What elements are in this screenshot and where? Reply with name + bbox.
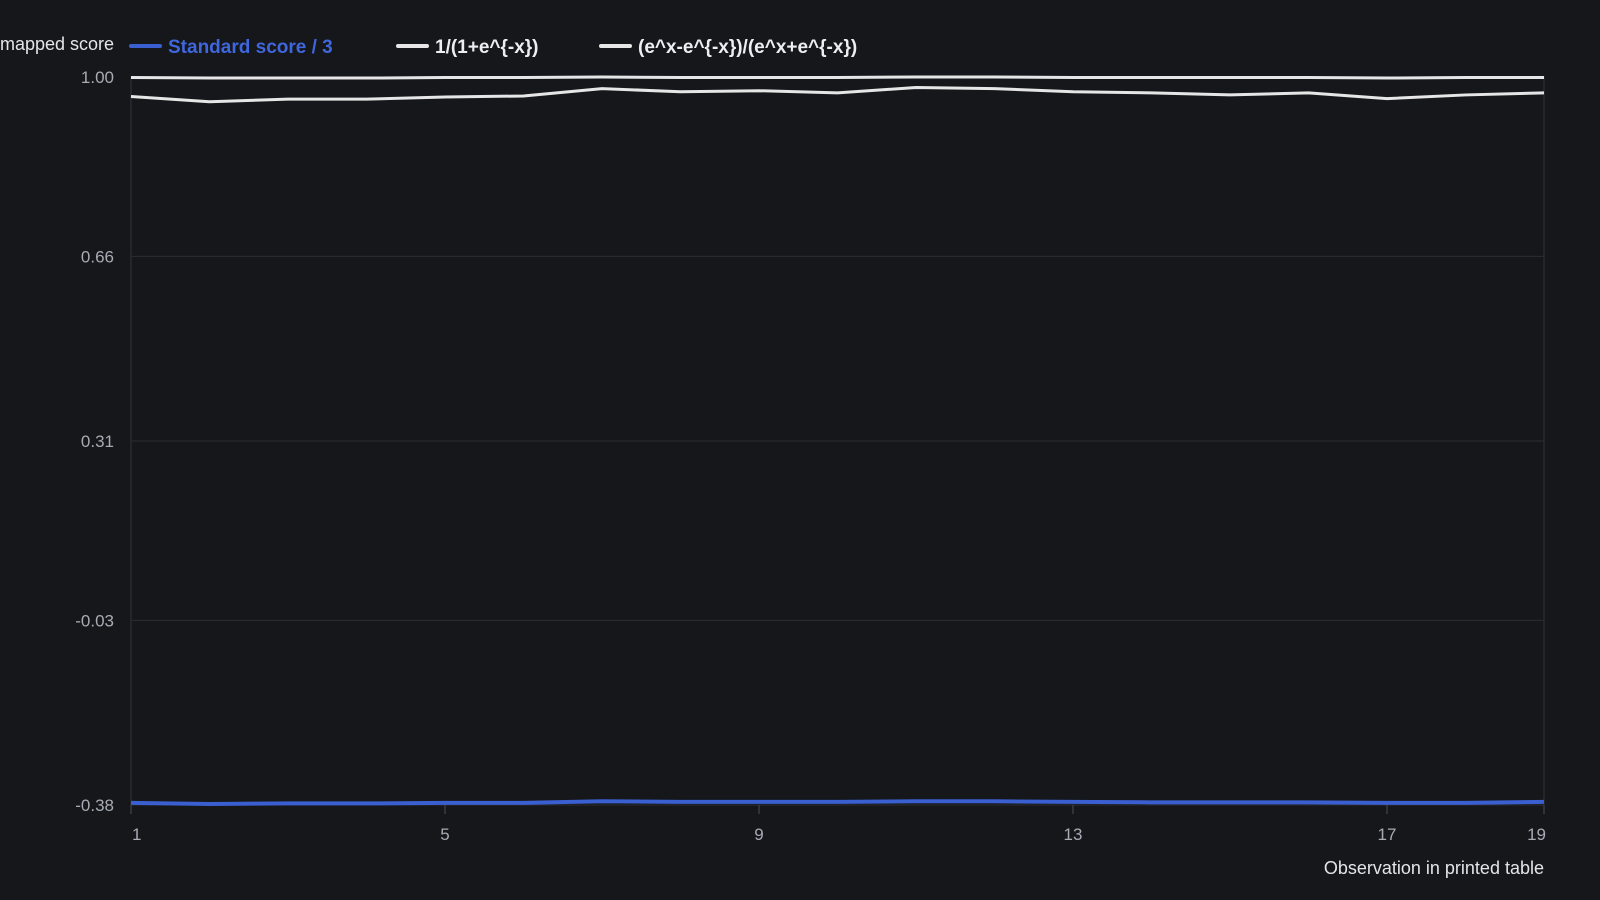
axes: 1.00 0.66 0.31 -0.03 -0.38 1 5 9 13 17 19 bbox=[75, 68, 1546, 844]
y-tick-label: 0.66 bbox=[81, 247, 114, 266]
x-tick-label: 13 bbox=[1064, 825, 1083, 844]
y-tick-label: 0.31 bbox=[81, 432, 114, 451]
x-tick-label: 19 bbox=[1527, 825, 1546, 844]
legend: Standard score / 3 1/(1+e^{-x}) (e^x-e^{-x… bbox=[129, 37, 857, 58]
x-tick-label: 17 bbox=[1378, 825, 1397, 844]
series-line-2 bbox=[130, 86, 1545, 104]
y-axis-label: mapped score bbox=[0, 34, 114, 54]
x-axis-label: Observation in printed table bbox=[1324, 858, 1544, 878]
legend-label-1[interactable]: Standard score / 3 bbox=[168, 37, 333, 58]
x-tick-label: 9 bbox=[754, 825, 763, 844]
y-tick-label: -0.03 bbox=[75, 611, 114, 630]
series-lines bbox=[130, 75, 1545, 806]
series-line-3 bbox=[130, 75, 1544, 80]
y-tick-label: 1.00 bbox=[81, 68, 114, 87]
x-tick-label: 5 bbox=[440, 825, 449, 844]
x-tick-label: 1 bbox=[132, 825, 141, 844]
line-chart: 1.00 0.66 0.31 -0.03 -0.38 1 5 9 13 17 19 Standard… bbox=[0, 34, 1546, 878]
grid-lines bbox=[130, 76, 1545, 806]
legend-label-3[interactable]: (e^x-e^{-x})/(e^x+e^{-x}) bbox=[638, 37, 857, 58]
legend-label-2[interactable]: 1/(1+e^{-x}) bbox=[435, 37, 539, 58]
series-line-1 bbox=[130, 799, 1545, 806]
y-tick-label: -0.38 bbox=[75, 796, 114, 815]
